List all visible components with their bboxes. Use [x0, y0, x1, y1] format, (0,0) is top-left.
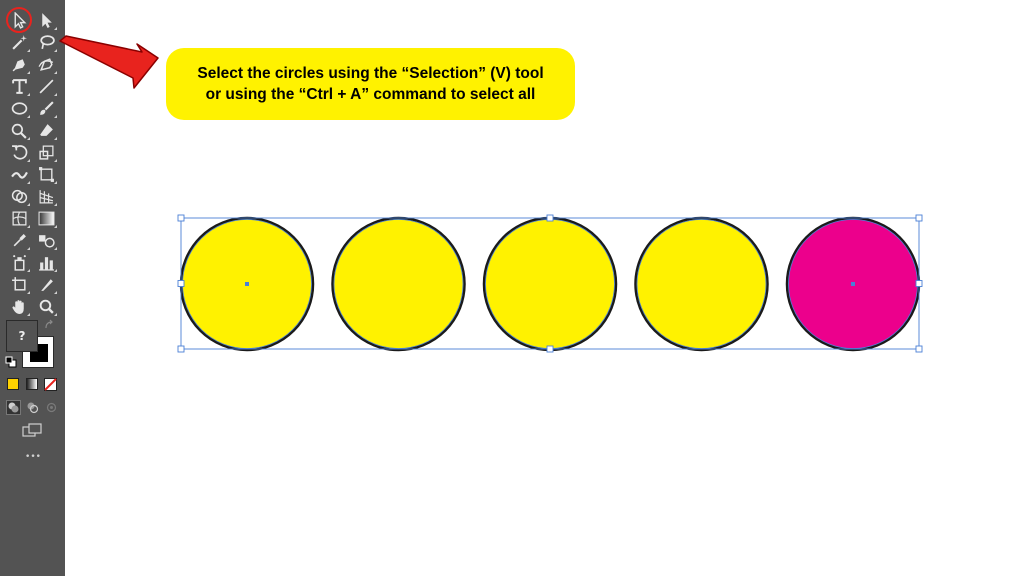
resize-handle[interactable]	[177, 345, 185, 353]
resize-handle[interactable]	[546, 345, 554, 353]
circles-group[interactable]	[179, 216, 921, 352]
circle-2[interactable]	[331, 216, 466, 352]
resize-handle[interactable]	[915, 280, 923, 287]
circle-4[interactable]	[634, 216, 769, 352]
circle-3[interactable]	[482, 216, 618, 352]
center-point-marker	[245, 282, 249, 286]
resize-handle[interactable]	[177, 280, 185, 287]
resize-handle[interactable]	[177, 214, 185, 222]
resize-handle[interactable]	[546, 214, 554, 222]
resize-handle[interactable]	[915, 214, 923, 222]
resize-handle[interactable]	[915, 345, 923, 353]
fill-swatch[interactable]: ?	[6, 320, 38, 352]
center-point-marker	[851, 282, 855, 286]
canvas[interactable]	[0, 0, 1024, 576]
